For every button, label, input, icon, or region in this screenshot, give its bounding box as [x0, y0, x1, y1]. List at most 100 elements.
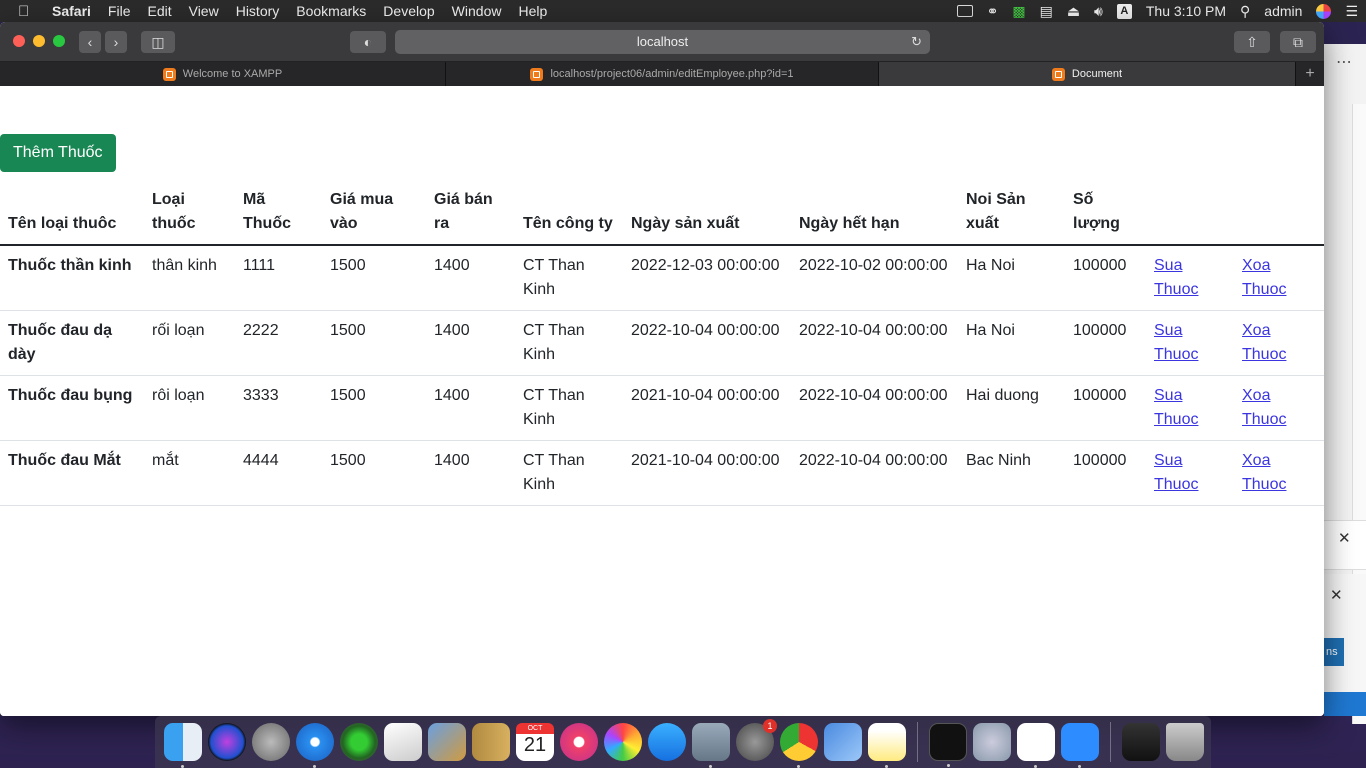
col-header: Số lượng: [1065, 180, 1146, 246]
minimize-window-button[interactable]: [33, 35, 45, 47]
menu-file[interactable]: File: [108, 3, 131, 19]
menu-view[interactable]: View: [189, 3, 219, 19]
cell-type: mắt: [144, 440, 235, 506]
user-name[interactable]: admin: [1264, 3, 1302, 19]
xcode-instruments-icon[interactable]: [824, 723, 862, 761]
package-installer-icon[interactable]: [384, 723, 422, 761]
cell-place: Bac Ninh: [958, 440, 1065, 506]
menu-window[interactable]: Window: [452, 3, 502, 19]
col-header: Noi Sản xuất: [958, 180, 1065, 246]
terminal-icon[interactable]: [929, 723, 967, 767]
cell-place: Ha Noi: [958, 245, 1065, 311]
share-icon[interactable]: ⇧: [1234, 31, 1270, 53]
browser-toolbar: ‹ › ◫ ◐ localhost ↻ ⇧ ⧉: [0, 22, 1324, 62]
volume-icon[interactable]: 🔊︎: [1094, 3, 1103, 20]
preview-stamp-icon[interactable]: [428, 723, 466, 761]
add-medicine-button[interactable]: Thêm Thuốc: [0, 134, 116, 172]
dock-separator: [1110, 722, 1111, 762]
signal-bars-icon[interactable]: ▩: [1012, 3, 1025, 20]
notification-badge: 1: [763, 719, 777, 733]
image-capture-icon[interactable]: [692, 723, 730, 768]
zoom-status-icon[interactable]: [956, 5, 973, 17]
calendar-day: 21: [523, 734, 547, 756]
cell-exp-date: 2022-10-04 00:00:00: [791, 310, 958, 376]
menu-app-name[interactable]: Safari: [52, 3, 91, 19]
menu-edit[interactable]: Edit: [147, 3, 171, 19]
privacy-shield-icon[interactable]: ◐: [350, 31, 386, 53]
cell-buy-price: 1500: [322, 440, 426, 506]
contacts-book-icon[interactable]: [472, 723, 510, 761]
tab-welcome-xampp[interactable]: Welcome to XAMPP: [0, 62, 446, 86]
new-tab-icon[interactable]: +: [1296, 62, 1324, 86]
system-preferences-gear-icon[interactable]: 1: [736, 719, 777, 761]
notes-icon[interactable]: [868, 723, 906, 768]
edit-link[interactable]: Sua Thuoc: [1154, 387, 1198, 428]
edit-link[interactable]: Sua Thuoc: [1154, 257, 1198, 298]
back-icon[interactable]: ‹: [79, 31, 101, 53]
tab-label: Welcome to XAMPP: [182, 68, 283, 80]
delete-link[interactable]: Xoa Thuoc: [1242, 387, 1286, 428]
forward-icon[interactable]: ›: [105, 31, 127, 53]
blue-footer-bar: [1324, 692, 1366, 716]
cell-delete: Xoa Thuoc: [1234, 310, 1324, 376]
col-header: Giá mua vào: [322, 180, 426, 246]
chrome-icon[interactable]: [780, 723, 818, 768]
tab-overview-icon[interactable]: ⧉: [1280, 31, 1316, 53]
app-store-icon[interactable]: [648, 723, 686, 761]
input-source-icon[interactable]: A: [1116, 3, 1132, 19]
tab-bar: Welcome to XAMPP localhost/project06/adm…: [0, 62, 1324, 86]
siri-icon[interactable]: [208, 723, 246, 761]
safari-window: ‹ › ◫ ◐ localhost ↻ ⇧ ⧉ Welcome to XAMPP…: [0, 22, 1324, 716]
menu-develop[interactable]: Develop: [383, 3, 434, 19]
cell-name: Thuốc đau bụng: [0, 375, 144, 441]
close-window-button[interactable]: [13, 35, 25, 47]
edit-link[interactable]: Sua Thuoc: [1154, 322, 1198, 363]
address-bar[interactable]: localhost ↻: [395, 30, 930, 54]
cell-exp-date: 2022-10-04 00:00:00: [791, 375, 958, 441]
spotlight-search-icon[interactable]: ⚲: [1240, 3, 1250, 20]
menu-bookmarks[interactable]: Bookmarks: [296, 3, 366, 19]
vscode-icon[interactable]: [1017, 723, 1055, 768]
delete-link[interactable]: Xoa Thuoc: [1242, 452, 1286, 493]
reload-icon[interactable]: ↻: [911, 30, 922, 54]
tab-edit-employee[interactable]: localhost/project06/admin/editEmployee.p…: [446, 62, 879, 86]
zoom-camera-icon[interactable]: [1061, 723, 1099, 768]
cell-exp-date: 2022-10-04 00:00:00: [791, 440, 958, 506]
clover-app-icon[interactable]: [340, 723, 378, 761]
delete-link[interactable]: Xoa Thuoc: [1242, 322, 1286, 363]
dock-separator: [917, 722, 918, 762]
delete-link[interactable]: Xoa Thuoc: [1242, 257, 1286, 298]
eject-icon[interactable]: ⏏: [1067, 3, 1080, 20]
trash-icon[interactable]: [1166, 723, 1204, 761]
col-header: [1146, 180, 1234, 246]
calendar-icon[interactable]: OCT 21: [516, 723, 554, 761]
photos-flower-icon[interactable]: [604, 723, 642, 761]
tab-document[interactable]: Document: [879, 62, 1296, 86]
settings-gear-icon[interactable]: [973, 723, 1011, 761]
more-options-icon[interactable]: ⋯: [1336, 52, 1352, 72]
cell-code: 3333: [235, 375, 322, 441]
cell-name: Thuốc thần kinh: [0, 245, 144, 311]
creative-cloud-icon[interactable]: ⚭: [987, 3, 999, 20]
sidebar-toggle-icon[interactable]: ◫: [141, 31, 175, 53]
edit-link[interactable]: Sua Thuoc: [1154, 452, 1198, 493]
notification-center-icon[interactable]: ☰: [1345, 3, 1358, 20]
cell-buy-price: 1500: [322, 245, 426, 311]
stacks-folder-icon[interactable]: [1122, 723, 1160, 761]
siri-icon[interactable]: [1316, 3, 1332, 19]
zoom-window-button[interactable]: [53, 35, 65, 47]
launchpad-rocket-icon[interactable]: [252, 723, 290, 761]
clock[interactable]: Thu 3:10 PM: [1146, 3, 1226, 19]
table-row: Thuốc đau Mắt mắt 4444 1500 1400 CT Than…: [0, 440, 1324, 506]
menu-help[interactable]: Help: [518, 3, 547, 19]
music-note-icon[interactable]: [560, 723, 598, 761]
close-icon[interactable]: ✕: [1330, 586, 1343, 604]
table-row: Thuốc đau dạ dày rối loạn 2222 1500 1400…: [0, 310, 1324, 376]
partial-button[interactable]: ns: [1324, 638, 1344, 666]
finder-icon[interactable]: [164, 723, 202, 768]
wifi-extra-icon[interactable]: ▤: [1040, 3, 1053, 20]
apple-menu-icon[interactable]: : [18, 3, 40, 20]
menu-history[interactable]: History: [236, 3, 280, 19]
safari-compass-icon[interactable]: [296, 723, 334, 768]
close-icon[interactable]: ✕: [1338, 529, 1351, 547]
